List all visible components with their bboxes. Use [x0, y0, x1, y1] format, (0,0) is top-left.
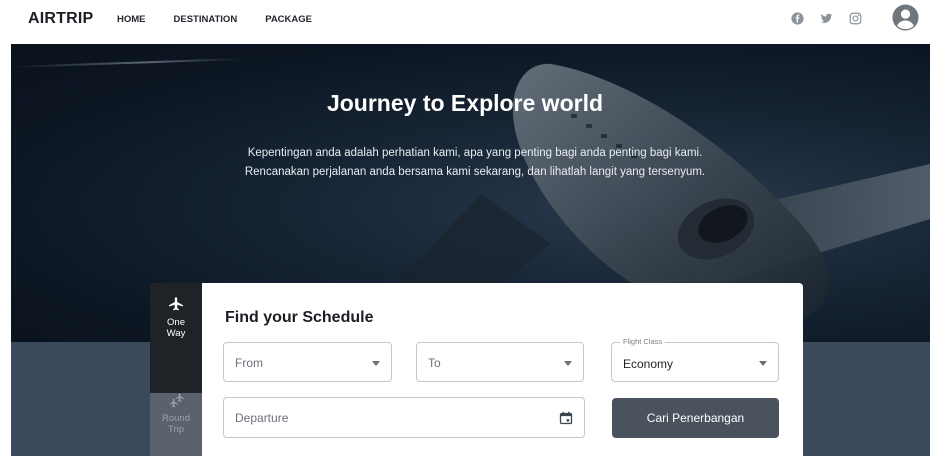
chevron-down-icon [759, 361, 767, 366]
trip-tab-one-way[interactable]: One Way [150, 283, 202, 393]
flight-class-value: Economy [623, 357, 674, 371]
from-select[interactable]: From [223, 342, 392, 382]
facebook-icon[interactable] [791, 12, 804, 25]
card-title: Find your Schedule [225, 309, 374, 326]
hero-title: Journey to Explore world [326, 90, 604, 116]
trip-tab-label-line2: Way [166, 328, 186, 339]
twitter-icon[interactable] [820, 12, 833, 25]
from-placeholder: From [235, 356, 263, 370]
connecting-airports-icon [169, 393, 184, 408]
trip-tab-round-trip[interactable]: Round Trip [150, 393, 202, 456]
main-nav: HOME DESTINATION PACKAGE [117, 14, 340, 25]
departure-date-input[interactable]: Departure [223, 397, 585, 438]
chevron-down-icon [372, 361, 380, 366]
nav-package[interactable]: PACKAGE [265, 14, 312, 25]
airplane-icon [169, 297, 183, 311]
to-placeholder: To [428, 356, 441, 370]
trip-tab-label-line2: Trip [167, 424, 184, 435]
top-navbar: AIRTRIP HOME DESTINATION PACKAGE [0, 0, 930, 44]
to-select[interactable]: To [416, 342, 584, 382]
hero-description: Kepentingan anda adalah perhatian kami, … [244, 147, 706, 178]
trip-tab-label-line1: Round [162, 413, 190, 424]
calendar-icon[interactable] [559, 411, 573, 425]
nav-home[interactable]: HOME [117, 14, 146, 25]
user-avatar-icon[interactable] [892, 4, 919, 31]
flight-class-label: Flight Class [620, 337, 666, 346]
flight-search-card: Find your Schedule From To Flight Class … [202, 283, 803, 456]
instagram-icon[interactable] [849, 12, 862, 25]
nav-destination[interactable]: DESTINATION [174, 14, 238, 25]
chevron-down-icon [564, 361, 572, 366]
social-links [791, 12, 862, 25]
brand-logo[interactable]: AIRTRIP [28, 10, 93, 28]
trip-tab-label-line1: One [167, 317, 185, 328]
flight-class-select[interactable]: Flight Class Economy [611, 337, 779, 382]
departure-placeholder: Departure [235, 411, 289, 425]
search-flights-button[interactable]: Cari Penerbangan [612, 398, 779, 438]
